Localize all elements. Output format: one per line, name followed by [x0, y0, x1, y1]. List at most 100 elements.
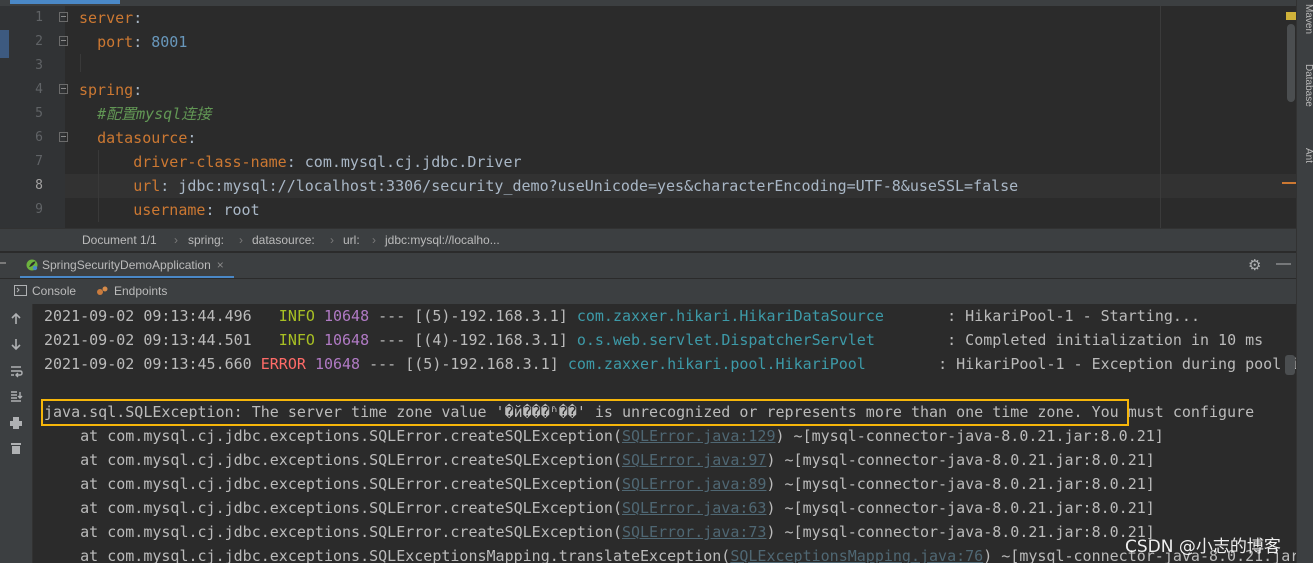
- scrollbar-thumb[interactable]: [1287, 24, 1295, 102]
- log-pid: 10648: [323, 307, 370, 325]
- editor-tab-strip: [0, 0, 1296, 6]
- database-tool-button[interactable]: Database: [1297, 64, 1313, 107]
- ant-tool-button[interactable]: Ant: [1297, 148, 1313, 163]
- yaml-key: username: [133, 201, 206, 219]
- code-editor[interactable]: 1 2 3 4 5 6 7 8 9 server: port: 8001 spr…: [0, 0, 1296, 228]
- arrow-down-icon[interactable]: [7, 337, 25, 355]
- close-icon[interactable]: ×: [217, 258, 224, 272]
- source-link[interactable]: SQLError.java:73: [622, 523, 767, 541]
- log-thread: --- [(5)-192.168.3.1]: [369, 307, 577, 325]
- log-logger: o.s.web.servlet.DispatcherServlet: [576, 331, 939, 349]
- yaml-colon: :: [187, 129, 197, 147]
- minimize-icon[interactable]: —: [1276, 255, 1291, 272]
- fold-marker-icon[interactable]: [59, 36, 68, 46]
- breadcrumb-item[interactable]: url:: [343, 229, 360, 251]
- trash-icon[interactable]: [7, 441, 25, 459]
- yaml-colon: :: [133, 9, 143, 27]
- log-level-info: INFO: [269, 331, 315, 349]
- gear-icon[interactable]: ⚙: [1248, 256, 1261, 274]
- stack-method: at com.mysql.cj.jdbc.exceptions.SQLError…: [44, 451, 622, 469]
- yaml-colon: :: [133, 33, 152, 51]
- stack-frame: at com.mysql.cj.jdbc.exceptions.SQLError…: [44, 424, 1164, 448]
- scrollbar-thumb[interactable]: [1285, 355, 1295, 375]
- console-scrollbar[interactable]: [1285, 355, 1295, 375]
- line-number: 6: [35, 130, 43, 145]
- breadcrumb-separator: ›: [330, 233, 334, 247]
- warning-marker[interactable]: [1286, 12, 1296, 20]
- spring-boot-icon: [26, 259, 38, 271]
- right-tool-strip: Maven Database Ant: [1296, 0, 1313, 563]
- highlight-box: [41, 399, 1129, 426]
- line-number: 7: [35, 154, 43, 169]
- fold-marker-icon[interactable]: [59, 84, 68, 94]
- code-line-7: driver-class-name: com.mysql.cj.jdbc.Dri…: [79, 150, 521, 174]
- maven-tool-button[interactable]: Maven: [1297, 4, 1313, 34]
- source-link[interactable]: SQLError.java:97: [622, 451, 767, 469]
- log-thread: --- [(4)-192.168.3.1]: [369, 331, 577, 349]
- stack-method: at com.mysql.cj.jdbc.exceptions.SQLError…: [44, 475, 622, 493]
- source-link[interactable]: SQLError.java:89: [622, 475, 767, 493]
- source-link[interactable]: SQLError.java:129: [622, 427, 776, 445]
- scroll-to-end-icon[interactable]: [7, 390, 25, 408]
- stack-jar: ) ~[mysql-connector-java-8.0.21.jar:8.0.…: [766, 499, 1155, 517]
- breadcrumb-separator: ›: [372, 233, 376, 247]
- soft-wrap-icon[interactable]: [7, 364, 25, 382]
- arrow-up-icon[interactable]: [7, 312, 25, 330]
- endpoints-icon: [96, 280, 109, 295]
- stack-jar: ) ~[mysql-connector-java-8.0.21.jar:8.0.…: [766, 523, 1155, 541]
- breadcrumb-item[interactable]: jdbc:mysql://localho...: [385, 229, 500, 251]
- log-logger: com.zaxxer.hikari.HikariDataSource: [576, 307, 939, 325]
- log-message: : HikariPool-1 - Exception during pool i: [929, 355, 1296, 373]
- yaml-colon: :: [133, 81, 143, 99]
- breadcrumb-separator: ›: [174, 233, 178, 247]
- log-timestamp: 2021-09-02 09:13:44.496: [44, 307, 252, 325]
- yaml-value: root: [223, 201, 260, 219]
- tab-endpoints[interactable]: Endpoints: [96, 279, 167, 304]
- print-icon[interactable]: [7, 416, 25, 434]
- log-message: : HikariPool-1 - Starting...: [938, 307, 1200, 325]
- tab-console-label: Console: [32, 284, 77, 298]
- yaml-colon: :: [160, 177, 179, 195]
- stack-frame: at com.mysql.cj.jdbc.exceptions.SQLError…: [44, 448, 1155, 472]
- yaml-value: 8001: [151, 33, 188, 51]
- source-link[interactable]: SQLExceptionsMapping.java:76: [730, 547, 983, 563]
- tab-console[interactable]: Console: [14, 279, 76, 304]
- log-timestamp: 2021-09-02 09:13:45.660: [44, 355, 252, 373]
- yaml-comment: #配置mysql连接: [97, 105, 212, 123]
- stack-method: at com.mysql.cj.jdbc.exceptions.SQLExcep…: [44, 547, 731, 563]
- stack-frame: at com.mysql.cj.jdbc.exceptions.SQLError…: [44, 520, 1155, 544]
- tab-endpoints-label: Endpoints: [114, 284, 168, 298]
- code-line-8: url: jdbc:mysql://localhost:3306/securit…: [79, 174, 1018, 198]
- watermark: CSDN @小志的博客: [1125, 537, 1281, 557]
- run-config-tab[interactable]: SpringSecurityDemoApplication ×: [20, 253, 234, 278]
- console-toolbar: [0, 304, 33, 563]
- line-number: 3: [35, 58, 43, 73]
- line-number: 5: [35, 106, 43, 121]
- indent-guide: [80, 54, 81, 72]
- code-line-2: port: 8001: [79, 30, 187, 54]
- yaml-key: port: [97, 33, 134, 51]
- project-panel-edge: [0, 6, 9, 228]
- run-panel-handle: [0, 262, 6, 264]
- breadcrumb-item[interactable]: Document 1/1: [82, 229, 157, 251]
- source-link[interactable]: SQLError.java:63: [622, 499, 767, 517]
- code-line-1: server:: [79, 6, 142, 30]
- code-line-4: spring:: [79, 78, 142, 102]
- log-line: 2021-09-02 09:13:45.660 ERROR 10648 --- …: [44, 352, 1296, 376]
- breadcrumb-separator: ›: [239, 233, 243, 247]
- line-number-gutter: 1 2 3 4 5 6 7 8 9: [9, 6, 65, 228]
- stack-frame: at com.mysql.cj.jdbc.exceptions.SQLExcep…: [44, 544, 1296, 563]
- fold-marker-icon[interactable]: [59, 12, 68, 22]
- yaml-value: jdbc:mysql://localhost:3306/security_dem…: [178, 177, 1019, 195]
- line-number: 4: [35, 82, 43, 97]
- fold-marker-icon[interactable]: [59, 132, 68, 142]
- editor-scrollbar[interactable]: [1282, 6, 1296, 228]
- console-output[interactable]: 2021-09-02 09:13:44.496 INFO 10648 --- […: [33, 304, 1296, 563]
- line-number-current: 8: [35, 178, 43, 193]
- stack-method: at com.mysql.cj.jdbc.exceptions.SQLError…: [44, 427, 622, 445]
- breadcrumb-item[interactable]: spring:: [188, 229, 224, 251]
- log-message: : Completed initialization in 10 ms: [938, 331, 1264, 349]
- console-tab-bar: Console Endpoints: [0, 279, 1296, 305]
- stack-jar: ) ~[mysql-connector-java-8.0.21.jar:8.0.…: [775, 427, 1164, 445]
- breadcrumb-item[interactable]: datasource:: [252, 229, 315, 251]
